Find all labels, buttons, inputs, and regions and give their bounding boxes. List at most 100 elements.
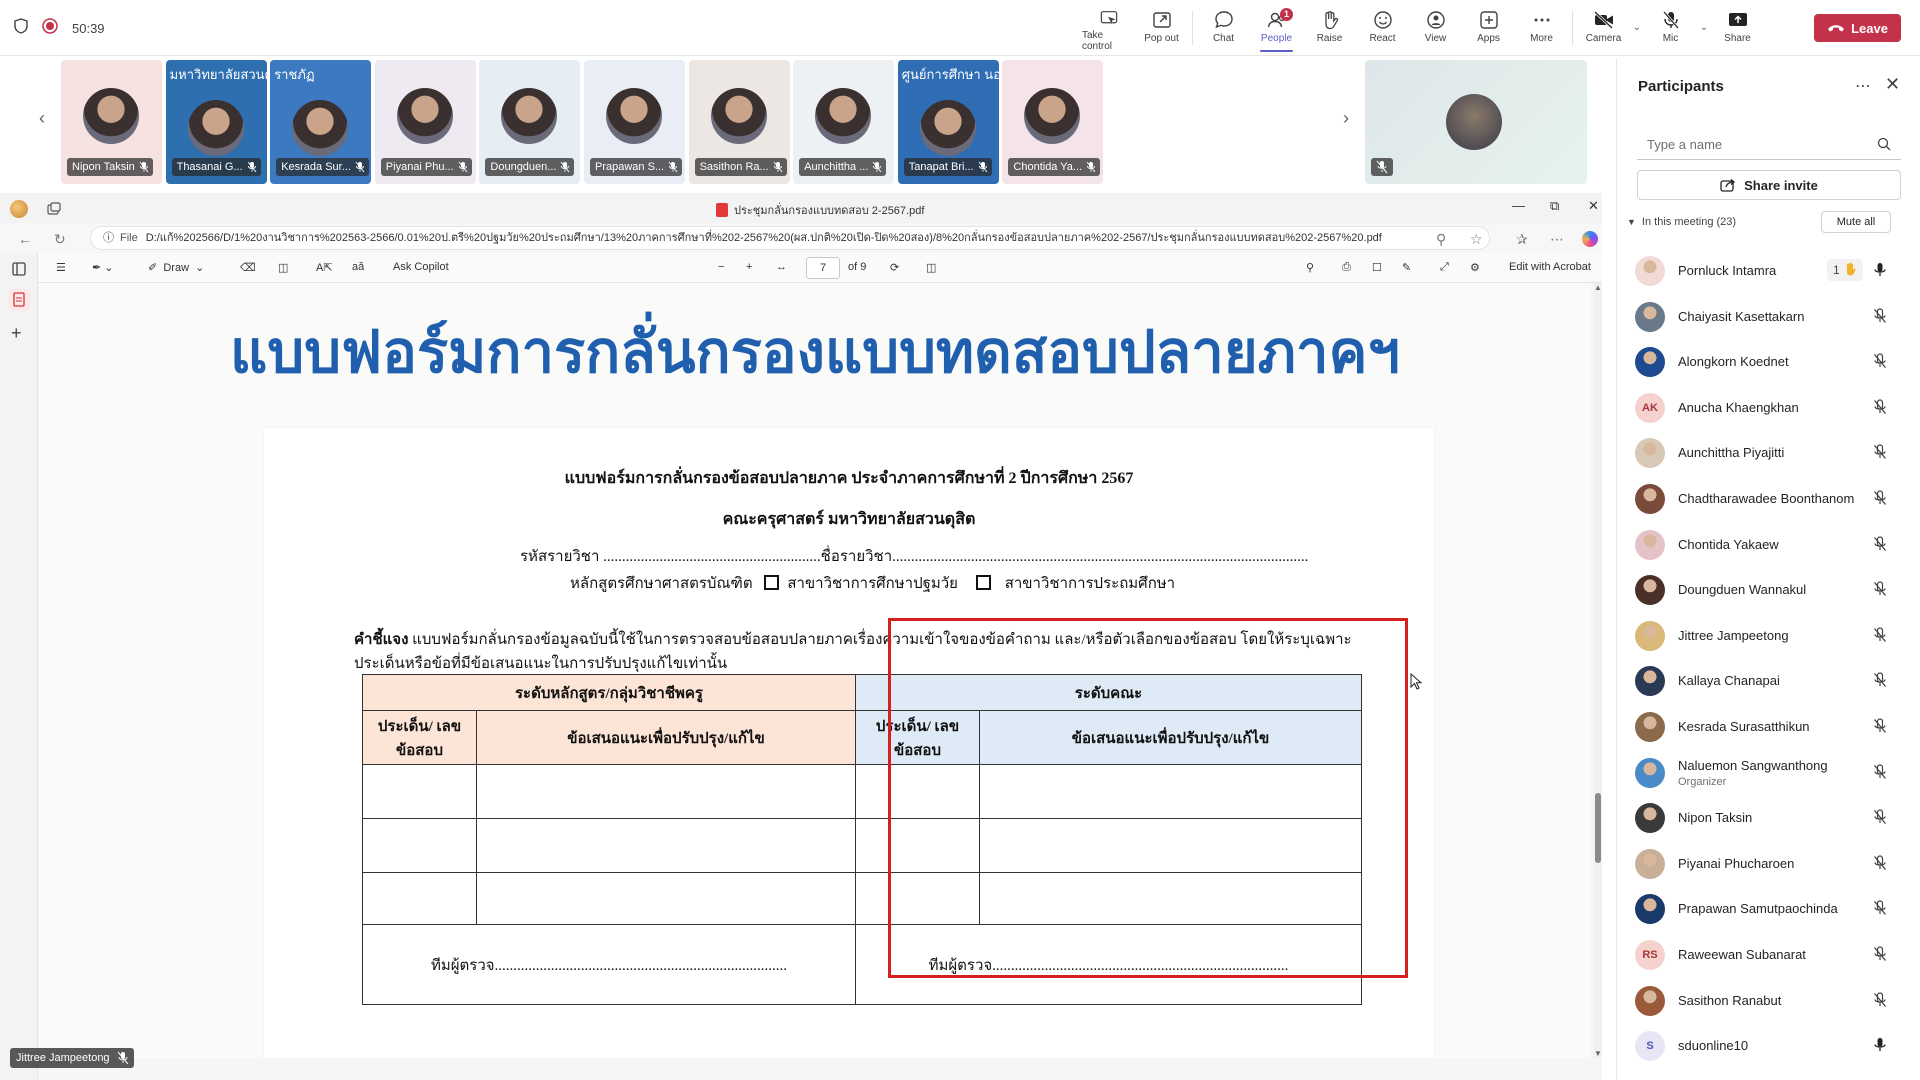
- video-tile[interactable]: Aunchittha ...: [793, 60, 895, 184]
- add-icon[interactable]: +: [11, 324, 27, 342]
- search-icon[interactable]: ⚲: [1306, 261, 1314, 274]
- video-tile[interactable]: Chontida Ya...: [1002, 60, 1104, 184]
- take-control-button[interactable]: Take control: [1082, 6, 1135, 52]
- react-button[interactable]: React: [1356, 6, 1409, 52]
- chat-button[interactable]: Chat: [1197, 6, 1250, 52]
- gallery-prev-chevron-left-icon[interactable]: ‹: [34, 108, 50, 129]
- more-button[interactable]: More: [1515, 6, 1568, 52]
- refresh-icon[interactable]: ↻: [54, 231, 66, 248]
- rotate-icon[interactable]: ⟳: [890, 261, 899, 274]
- participant-row[interactable]: Alongkorn Koednet: [1617, 338, 1920, 384]
- save-icon[interactable]: ☐: [1372, 261, 1382, 274]
- panel-more-icon[interactable]: ⋯: [1855, 76, 1871, 96]
- back-arrow-icon[interactable]: ←: [18, 231, 32, 247]
- mic-off-icon[interactable]: [1873, 490, 1887, 511]
- video-tile[interactable]: Doungduen...: [479, 60, 581, 184]
- gallery-next-chevron-right-icon[interactable]: ›: [1338, 108, 1354, 129]
- camera-button[interactable]: Camera: [1577, 6, 1630, 52]
- page-number-input[interactable]: 7: [806, 257, 840, 279]
- highlight-icon[interactable]: ✒ ⌄: [92, 261, 114, 274]
- participant-row[interactable]: Chontida Yakaew: [1617, 521, 1920, 567]
- search-icon[interactable]: [1877, 137, 1891, 156]
- profile-avatar[interactable]: [10, 200, 28, 218]
- primary-education-checkbox[interactable]: [975, 575, 991, 590]
- participant-row[interactable]: Nipon Taksin: [1617, 794, 1920, 840]
- participant-row[interactable]: Ssduonline10: [1617, 1022, 1920, 1068]
- mic-off-icon[interactable]: [1873, 718, 1887, 739]
- share-button[interactable]: Share: [1711, 6, 1764, 52]
- video-tile[interactable]: Piyanai Phu...: [374, 60, 476, 184]
- apps-button[interactable]: Apps: [1462, 6, 1515, 52]
- mic-off-icon[interactable]: [1873, 581, 1887, 602]
- copilot-icon[interactable]: [1582, 231, 1598, 247]
- zoom-icon[interactable]: ⚲: [1436, 231, 1446, 248]
- mic-off-icon[interactable]: [1873, 900, 1887, 921]
- video-tile-unlabeled[interactable]: [1365, 60, 1587, 184]
- two-page-view-icon[interactable]: ◫: [926, 261, 936, 274]
- early-childhood-checkbox[interactable]: [764, 575, 780, 590]
- mute-all-button[interactable]: Mute all: [1821, 211, 1891, 233]
- thumbnails-icon[interactable]: [11, 261, 27, 277]
- mic-off-icon[interactable]: [1873, 763, 1887, 785]
- participant-row[interactable]: AK Anucha Khaengkhan: [1617, 384, 1920, 430]
- mic-off-icon[interactable]: [1873, 627, 1887, 648]
- restore-icon[interactable]: ⧉: [1550, 198, 1559, 214]
- mic-on-icon[interactable]: [1873, 262, 1887, 283]
- video-tile[interactable]: Prapawan S...: [584, 60, 685, 184]
- participant-row[interactable]: Prapawan Samutpaochinda: [1617, 885, 1920, 931]
- video-tile[interactable]: มหาวิทยาลัยสวนดุสิต Thasanai G...: [165, 60, 267, 184]
- participant-row[interactable]: Chaiyasit Kasettakarn: [1617, 293, 1920, 339]
- contents-icon[interactable]: ☰: [56, 261, 66, 274]
- video-tile[interactable]: ราชภัฏ Kesrada Sur...: [270, 60, 372, 184]
- in-meeting-section-toggle[interactable]: ▼ In this meeting (23): [1627, 216, 1736, 228]
- mic-off-icon[interactable]: [1873, 855, 1887, 876]
- tab-actions-icon[interactable]: [46, 201, 62, 222]
- participant-row[interactable]: Jittree Jampeetong: [1617, 612, 1920, 658]
- print-icon[interactable]: ⎙: [1342, 261, 1351, 274]
- mic-off-icon[interactable]: [1873, 809, 1887, 830]
- participant-row[interactable]: RS Raweewan Subanarat: [1617, 931, 1920, 977]
- translate-icon[interactable]: aă: [352, 261, 364, 273]
- read-aloud-icon[interactable]: A⇱: [316, 261, 333, 274]
- save-as-icon[interactable]: ✎: [1402, 261, 1411, 274]
- eraser-icon[interactable]: ⌫: [240, 261, 256, 274]
- video-tile[interactable]: Nipon Taksin: [61, 60, 162, 184]
- scroll-thumb[interactable]: [1595, 793, 1601, 863]
- minimize-icon[interactable]: —: [1512, 198, 1525, 213]
- participant-row[interactable]: Kesrada Surasatthikun: [1617, 703, 1920, 749]
- url-field[interactable]: ⓘ File D:/แก้%202566/D/1%20งานวิชาการ%2025…: [90, 226, 1490, 250]
- close-icon[interactable]: ✕: [1588, 198, 1599, 214]
- settings-gear-icon[interactable]: ⚙: [1470, 261, 1480, 274]
- mic-off-icon[interactable]: [1873, 307, 1887, 329]
- raise-hand-button[interactable]: Raise: [1303, 6, 1356, 52]
- ask-copilot-button[interactable]: Ask Copilot: [393, 261, 449, 273]
- participant-row[interactable]: Sasithon Ranabut: [1617, 977, 1920, 1023]
- mic-on-icon[interactable]: [1873, 1037, 1887, 1058]
- mic-off-icon[interactable]: [1873, 535, 1887, 557]
- browser-menu-icon[interactable]: ⋯: [1550, 231, 1564, 248]
- pdf-document-icon[interactable]: [8, 289, 30, 311]
- mic-button[interactable]: Mic: [1644, 6, 1697, 52]
- mic-off-icon[interactable]: [1873, 672, 1887, 693]
- pdf-scrollbar[interactable]: ▲ ▼: [1594, 283, 1602, 1058]
- share-invite-button[interactable]: Share invite: [1637, 170, 1901, 200]
- video-tile[interactable]: Sasithon Ra...: [688, 60, 790, 184]
- participant-row[interactable]: Pornluck Intamra 1: [1617, 247, 1920, 293]
- fit-page-icon[interactable]: ↔: [776, 261, 787, 273]
- video-tile[interactable]: ศูนย์การศึกษา นอกสถาน Tanapat Bri...: [897, 60, 999, 184]
- mic-options-chevron-down-icon[interactable]: ⌄: [1697, 22, 1711, 33]
- participant-row[interactable]: Aunchittha Piyajitti: [1617, 429, 1920, 475]
- people-button[interactable]: 1 People: [1250, 6, 1303, 52]
- scroll-up-icon[interactable]: ▲: [1594, 283, 1602, 292]
- pop-out-button[interactable]: Pop out: [1135, 6, 1188, 52]
- favorites-icon[interactable]: ✰: [1516, 231, 1528, 248]
- mic-off-icon[interactable]: [1873, 399, 1887, 420]
- participant-row[interactable]: Doungduen Wannakul: [1617, 566, 1920, 612]
- view-button[interactable]: View: [1409, 6, 1462, 52]
- page-view-icon[interactable]: ◫: [278, 261, 288, 274]
- panel-close-icon[interactable]: ✕: [1885, 74, 1900, 95]
- camera-options-chevron-down-icon[interactable]: ⌄: [1630, 22, 1644, 33]
- zoom-in-icon[interactable]: +: [746, 261, 752, 273]
- mic-off-icon[interactable]: [1873, 444, 1887, 465]
- participant-row[interactable]: Naluemon Sangwanthong Organizer: [1617, 749, 1920, 795]
